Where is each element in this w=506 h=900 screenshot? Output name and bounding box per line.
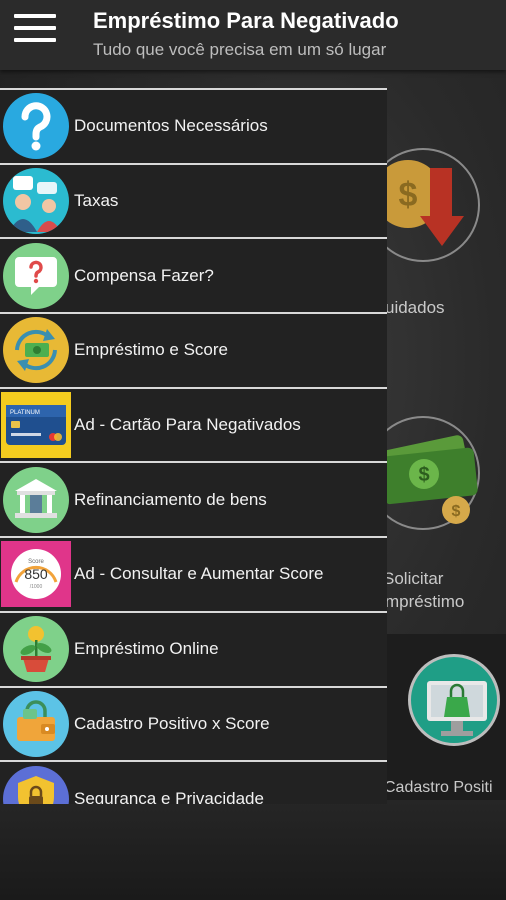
money-plant-icon xyxy=(0,613,72,685)
question-mark-icon xyxy=(0,90,72,162)
menu-item-cadastro-positivo[interactable]: Cadastro Positivo x Score xyxy=(0,685,387,761)
app-bar: Empréstimo Para Negativado Tudo que você… xyxy=(0,0,506,70)
bank-icon xyxy=(0,464,72,536)
menu-item-label: Documentos Necessários xyxy=(74,116,268,136)
menu-item-label: Refinanciamento de bens xyxy=(74,489,267,509)
bg-label-cuidados: uidados xyxy=(385,298,445,317)
credit-card-icon: PLATINUM xyxy=(0,389,72,461)
menu-item-taxas[interactable]: Taxas xyxy=(0,162,387,238)
svg-text:$: $ xyxy=(452,503,461,520)
bg-label-cadastro: Cadastro Positi xyxy=(384,779,493,796)
menu-item-label: Ad - Consultar e Aumentar Score xyxy=(74,564,324,584)
menu-item-label: Ad - Cartão Para Negativados xyxy=(74,415,301,435)
menu-item-emprestimo-online[interactable]: Empréstimo Online xyxy=(0,610,387,686)
bg-label-emprestimo: mpréstimo xyxy=(385,592,465,611)
bg-bottom-area xyxy=(0,800,506,900)
score-gauge-icon: Score 850 /1000 xyxy=(0,538,72,610)
menu-item-ad-score[interactable]: Score 850 /1000 Ad - Consultar e Aumenta… xyxy=(0,536,387,611)
wallet-lock-icon xyxy=(0,688,72,760)
money-refresh-icon xyxy=(0,314,72,386)
svg-text:850: 850 xyxy=(24,566,48,582)
app-subtitle: Tudo que você precisa em um só lugar xyxy=(93,40,387,59)
menu-item-refinanciamento[interactable]: Refinanciamento de bens xyxy=(0,461,387,537)
menu-item-emprestimo-score[interactable]: Empréstimo e Score xyxy=(0,312,387,387)
menu-item-label: Seguranca e Privacidade xyxy=(74,788,264,804)
menu-item-ad-cartao[interactable]: PLATINUM Ad - Cartão Para Negativados xyxy=(0,386,387,462)
svg-text:PLATINUM: PLATINUM xyxy=(10,410,40,416)
hamburger-menu-icon[interactable] xyxy=(14,14,58,44)
svg-text:$: $ xyxy=(399,176,418,214)
menu-item-label: Empréstimo e Score xyxy=(74,340,228,360)
menu-item-documentos[interactable]: Documentos Necessários xyxy=(0,88,387,163)
menu-item-label: Empréstimo Online xyxy=(74,639,219,659)
app-title: Empréstimo Para Negativado xyxy=(93,8,399,33)
menu-item-seguranca[interactable]: Seguranca e Privacidade xyxy=(0,760,387,804)
question-bubble-icon xyxy=(0,240,72,312)
menu-item-label: Compensa Fazer? xyxy=(74,265,214,285)
shield-lock-icon xyxy=(0,763,72,804)
bg-card-cadastro[interactable]: Cadastro Positi xyxy=(384,634,506,800)
people-chat-icon xyxy=(0,165,72,237)
svg-text:$: $ xyxy=(418,464,429,486)
svg-text:/1000: /1000 xyxy=(30,584,43,590)
menu-item-label: Taxas xyxy=(74,191,119,211)
bg-label-solicitar: Solicitar xyxy=(383,569,444,588)
navigation-drawer: Documentos Necessários Taxas Compensa Fa… xyxy=(0,88,387,804)
menu-item-compensa[interactable]: Compensa Fazer? xyxy=(0,237,387,313)
menu-item-label: Cadastro Positivo x Score xyxy=(74,713,270,733)
monitor-bag-icon xyxy=(408,654,500,746)
svg-text:Score: Score xyxy=(28,559,44,565)
